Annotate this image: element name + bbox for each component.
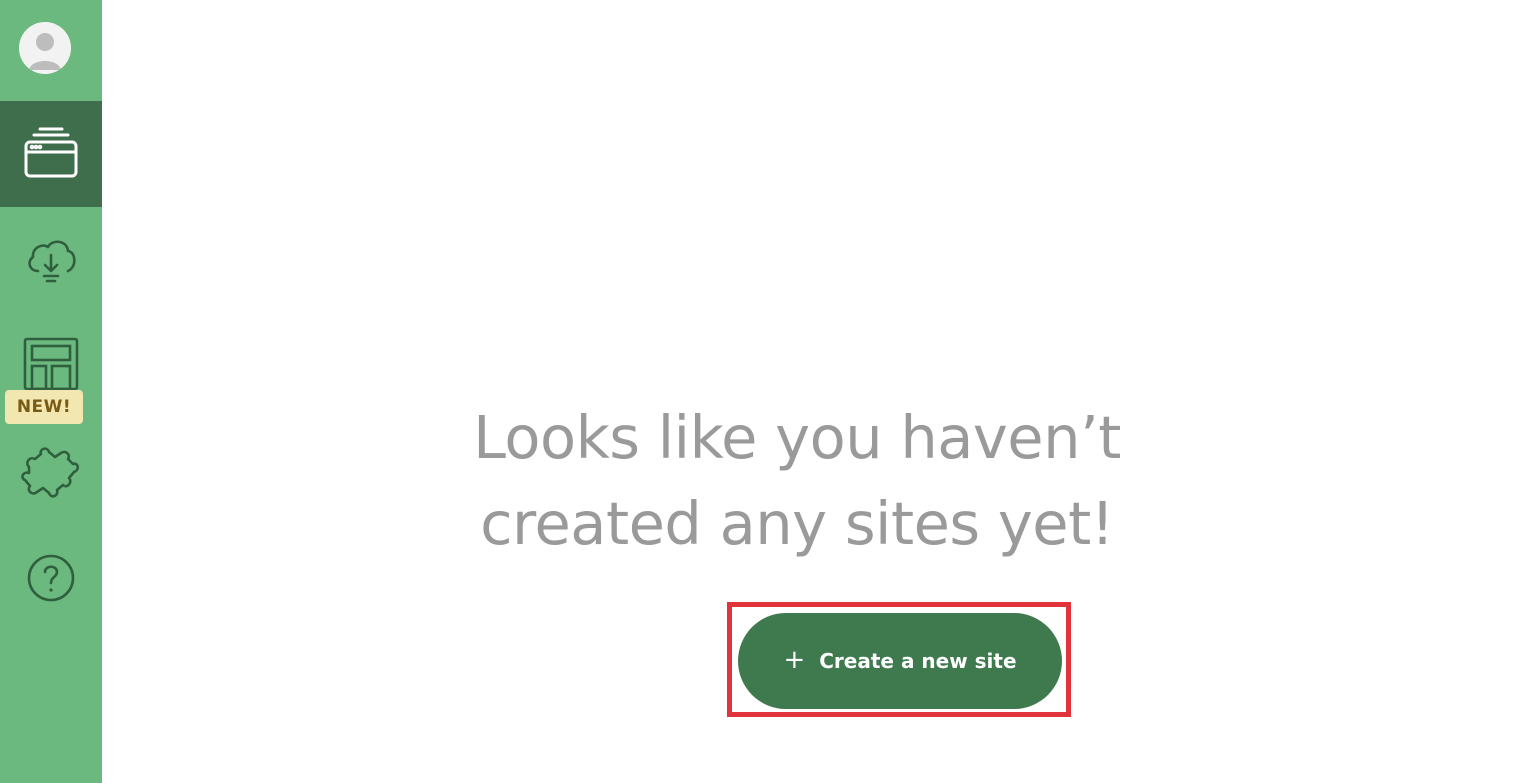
- empty-state-line-1: Looks like you haven’t: [473, 403, 1121, 472]
- empty-state-line-2: created any sites yet!: [480, 489, 1114, 558]
- user-avatar-icon: [19, 22, 71, 74]
- new-badge: NEW!: [5, 390, 83, 424]
- create-new-site-button[interactable]: + Create a new site: [738, 613, 1062, 709]
- plus-icon: +: [783, 644, 806, 675]
- create-new-site-label: Create a new site: [819, 649, 1017, 673]
- sidebar-item-integrations[interactable]: [0, 442, 102, 504]
- browser-window-stack-icon: [24, 127, 78, 178]
- sidebar-item-cloud[interactable]: [0, 225, 102, 295]
- empty-state-message: Looks like you haven’t created any sites…: [432, 395, 1162, 567]
- puzzle-icon: [21, 447, 79, 498]
- user-avatar[interactable]: [19, 22, 71, 74]
- sidebar-item-sites[interactable]: [0, 101, 102, 207]
- sidebar-item-templates[interactable]: [0, 334, 102, 390]
- sidebar-item-help[interactable]: [0, 548, 102, 608]
- cloud-download-icon: [28, 240, 76, 283]
- sidebar: NEW!: [0, 0, 102, 783]
- help-circle-icon: [27, 554, 75, 602]
- layout-grid-icon: [23, 337, 79, 390]
- app-window: NEW! Looks like you haven’t created any …: [0, 0, 1536, 783]
